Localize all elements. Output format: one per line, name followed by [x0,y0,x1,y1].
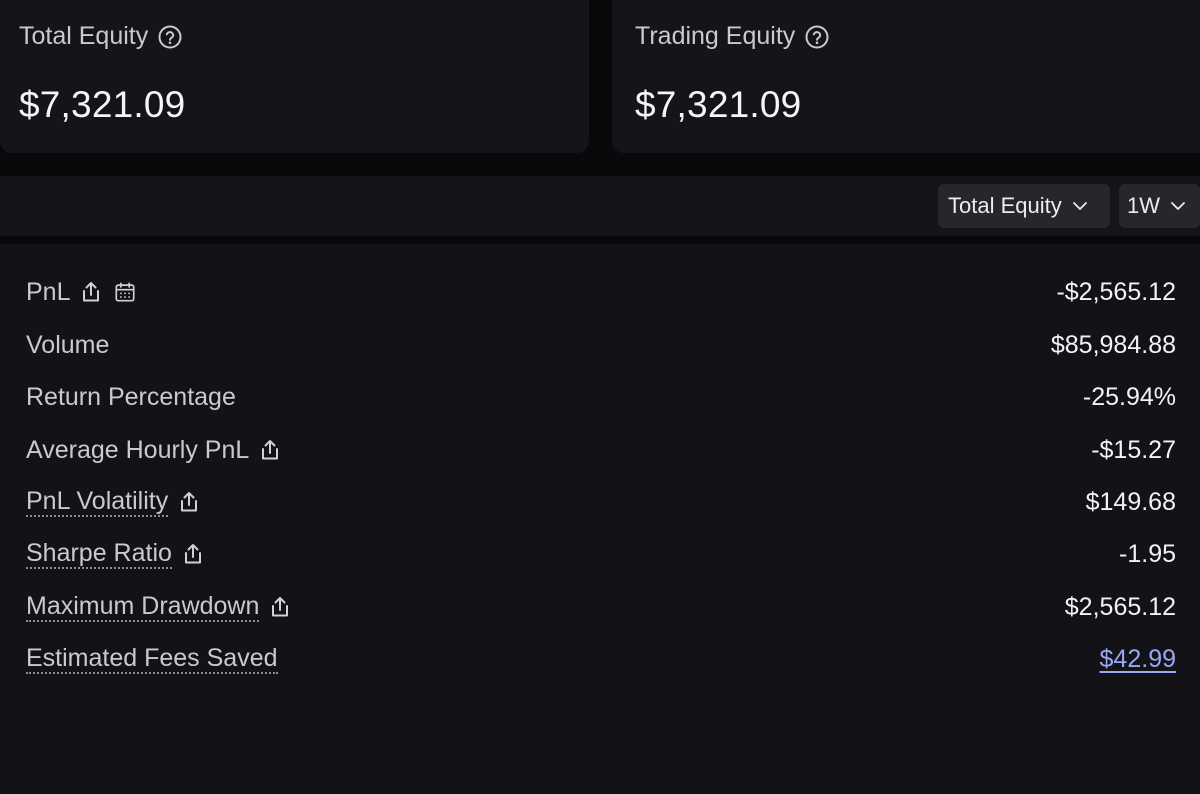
trading-equity-label: Trading Equity [635,22,796,50]
trading-equity-title: Trading Equity [635,22,830,51]
stat-label-group: PnL [26,278,136,307]
stat-value-estimated-fees-saved-link[interactable]: $42.99 [1100,645,1176,674]
stat-row-pnl-volatility: PnL Volatility $149.68 [26,482,1176,522]
total-equity-title: Total Equity [19,22,183,51]
total-equity-value: $7,321.09 [19,84,186,125]
chevron-down-icon [1170,201,1186,211]
stat-row-average-hourly-pnl: Average Hourly PnL -$15.27 [26,430,1176,470]
trading-equity-card: Trading Equity $7,321.09 [612,0,1200,153]
stat-label-estimated-fees-saved[interactable]: Estimated Fees Saved [26,644,278,674]
stat-label-group: Estimated Fees Saved [26,644,278,674]
stat-value-sharpe-ratio: -1.95 [1119,539,1176,568]
metric-select-value: Total Equity [948,193,1062,218]
chevron-down-icon [1072,201,1088,211]
stat-value-maximum-drawdown: $2,565.12 [1064,592,1176,621]
stat-row-return-percentage: Return Percentage -25.94% [26,377,1176,417]
range-select-value: 1W [1127,193,1160,218]
stat-value-volume: $85,984.88 [1050,330,1176,359]
stat-label-group: Volume [26,331,109,360]
share-icon[interactable] [80,280,102,304]
stat-value-pnl: -$2,565.12 [1056,277,1176,306]
stat-value-average-hourly-pnl: -$15.27 [1091,435,1176,464]
stat-row-volume: Volume $85,984.88 [26,325,1176,365]
stat-row-maximum-drawdown: Maximum Drawdown $2,565.12 [26,587,1176,627]
stat-row-estimated-fees-saved: Estimated Fees Saved $42.99 [26,639,1176,679]
chart-toolbar: Total Equity 1W [0,176,1200,236]
help-circle-icon[interactable] [804,24,830,50]
stat-label-group: Maximum Drawdown [26,592,291,622]
stat-label-group: PnL Volatility [26,487,200,517]
stat-value-return-percentage: -25.94% [1082,382,1176,411]
stat-label-average-hourly-pnl: Average Hourly PnL [26,435,250,464]
stat-label-pnl: PnL [26,277,71,306]
share-icon[interactable] [259,438,281,462]
stat-label-volume: Volume [26,330,110,359]
stat-label-pnl-volatility[interactable]: PnL Volatility [26,487,169,517]
total-equity-card: Total Equity $7,321.09 [0,0,589,153]
total-equity-label: Total Equity [19,22,149,50]
stat-label-sharpe-ratio[interactable]: Sharpe Ratio [26,539,172,569]
stat-label-group: Return Percentage [26,383,236,412]
calendar-icon[interactable] [114,280,136,304]
stat-label-group: Average Hourly PnL [26,436,281,465]
stat-label-return-percentage: Return Percentage [26,382,236,411]
stat-row-pnl: PnL -$2,565.12 [26,272,1176,312]
stat-label-group: Sharpe Ratio [26,539,204,569]
stats-panel: PnL -$2,565.12 Volume $85,984.88 Return … [0,244,1200,794]
stat-row-sharpe-ratio: Sharpe Ratio -1.95 [26,534,1176,574]
share-icon[interactable] [178,490,200,514]
trading-equity-value: $7,321.09 [635,84,802,125]
range-select[interactable]: 1W [1119,184,1200,228]
stat-label-maximum-drawdown[interactable]: Maximum Drawdown [26,592,260,622]
stat-value-pnl-volatility: $149.68 [1085,487,1176,516]
share-icon[interactable] [269,595,291,619]
help-circle-icon[interactable] [157,24,183,50]
metric-select[interactable]: Total Equity [938,184,1110,228]
share-icon[interactable] [182,542,204,566]
